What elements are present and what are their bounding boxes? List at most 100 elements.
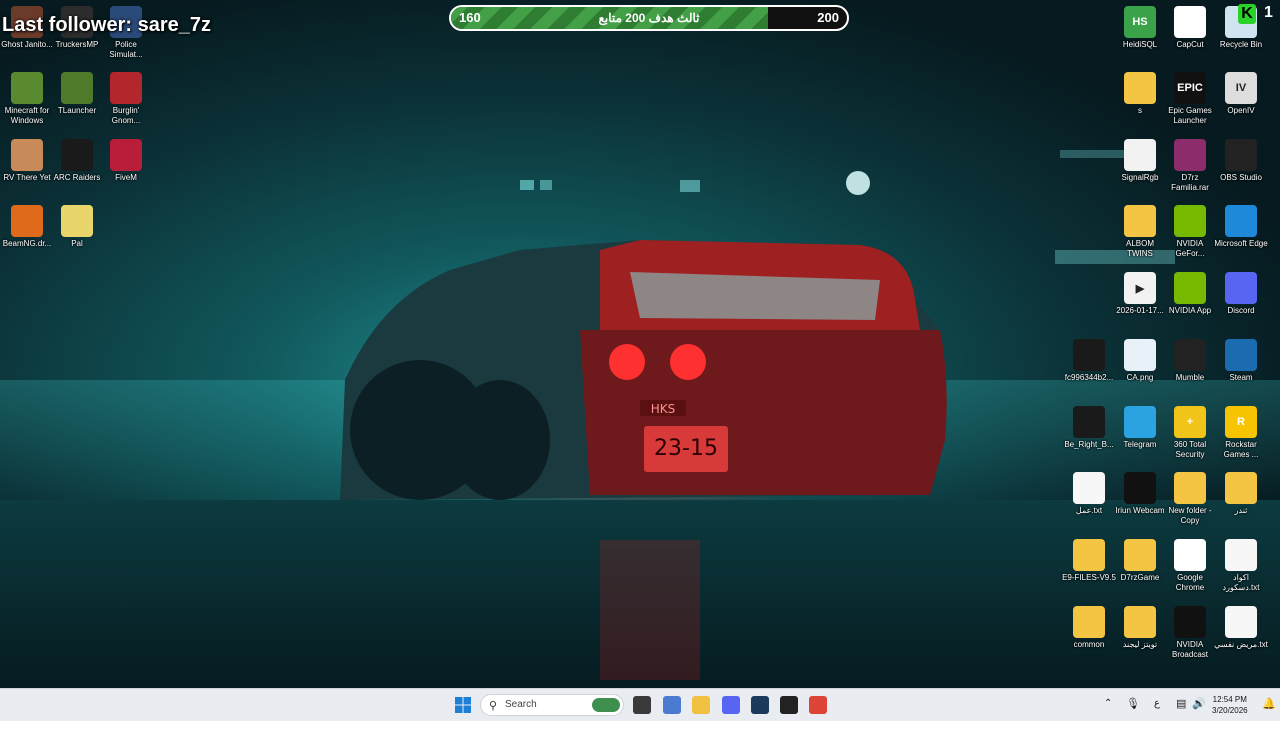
desktop-icon-label: Discord [1227,306,1255,315]
desktop-icon[interactable]: عمل.txt [1062,472,1116,516]
capcut-icon [1174,6,1206,38]
desktop-icon[interactable]: Google Chrome [1163,539,1217,593]
desktop-icon[interactable]: Burglin' Gnom... [99,72,153,126]
chrome-icon[interactable] [809,696,827,714]
desktop-icon[interactable]: CA.png [1113,339,1167,383]
desktop-icon-label: ARC Raiders [53,173,101,182]
desktop-icon[interactable]: s [1113,72,1167,116]
nvidia-broadcast-icon [1174,606,1206,638]
store-icon[interactable] [663,696,681,714]
heidisql-icon: HS [1124,6,1156,38]
desktop-icon[interactable]: TLauncher [50,72,104,116]
desktop-icon[interactable]: D7rz Familia.rar [1163,139,1217,193]
desktop-icon[interactable]: R Rockstar Games ... [1214,406,1268,460]
network-icon[interactable]: ▤ [1176,697,1186,729]
desktop-icon[interactable]: Mumble [1163,339,1217,383]
desktop-icon[interactable]: Pal [50,205,104,249]
rockstar-launcher-icon[interactable] [780,696,798,714]
desktop-icon[interactable]: ▶ 2026-01-17... [1113,272,1167,316]
desktop-icon-label: Be_Right_B... [1064,440,1114,449]
desktop-icon-label: FiveM [115,173,137,182]
desktop-icon[interactable]: EPIC Epic Games Launcher [1163,72,1217,126]
notification-bell-icon[interactable]: 🔔 [1262,697,1276,729]
desktop-icon[interactable]: D7rzGame [1113,539,1167,583]
windows-start-icon[interactable] [455,697,471,713]
desktop-icon[interactable]: CapCut [1163,6,1217,50]
corner-count: 1 [1264,4,1273,21]
desktop-icon[interactable]: IV OpenIV [1214,72,1268,116]
desktop-icon[interactable]: fc996344b2... [1062,339,1116,383]
desktop-icon-label: CA.png [1126,373,1154,382]
discord-icon [1225,272,1257,304]
desktop-icon[interactable]: New folder - Copy [1163,472,1217,526]
volume-icon[interactable]: 🔊 [1192,697,1206,729]
rockstar-games-icon: R [1225,406,1257,438]
desktop-icon-label: مريض نفسي.txt [1214,640,1268,649]
desktop-icon-label: عمل.txt [1075,506,1103,515]
text-file-icon [1073,472,1105,504]
desktop-icon[interactable]: Microsoft Edge [1214,205,1268,249]
desktop-icon[interactable]: Steam [1214,339,1268,383]
file-explorer-window-icon[interactable] [633,696,651,714]
desktop-icon-label: Recycle Bin [1219,40,1263,49]
system-clock[interactable]: 12:54 PM 3/20/2026 [1212,694,1248,716]
desktop-icon-label: TruckersMP [55,40,99,49]
clock-time: 12:54 PM [1212,695,1247,704]
nvidia-geforce-icon [1174,205,1206,237]
desktop-icon[interactable]: اكواد دسكورد.txt [1214,539,1268,593]
desktop-icon[interactable]: Be_Right_B... [1062,406,1116,450]
desktop-icon-label: اكواد دسكورد.txt [1222,573,1260,592]
kick-logo-icon: K [1238,4,1256,24]
desktop-icon-label: D7rzGame [1120,573,1160,582]
desktop-icon[interactable]: تويتز ليجند [1113,606,1167,650]
desktop-icon[interactable]: BeamNG.dr... [0,205,54,249]
desktop-icon-label: Mumble [1175,373,1205,382]
steam-icon[interactable] [751,696,769,714]
folder-icon [1225,472,1257,504]
discord-icon[interactable] [722,696,740,714]
desktop-icon[interactable]: Discord [1214,272,1268,316]
burglin-gnomes-icon [110,72,142,104]
file-explorer-icon[interactable] [692,696,710,714]
edge-icon [1225,205,1257,237]
follower-goal-bar: 160 ثالث هدف 200 متابع 200 [449,5,849,31]
desktop-icon-label: common [1073,640,1105,649]
desktop-icon[interactable]: ARC Raiders [50,139,104,183]
desktop-icon[interactable]: +360 Total Security [1163,406,1217,460]
taskbar-search-box[interactable]: ⚲ Search [480,694,624,716]
desktop-icon-label: OpenIV [1227,106,1255,115]
desktop-icon[interactable]: SignalRgb [1113,139,1167,183]
desktop-icon[interactable]: NVIDIA Broadcast [1163,606,1217,660]
desktop-icon[interactable]: common [1062,606,1116,650]
desktop-icon[interactable]: E9-FILES-V9.5 [1062,539,1116,583]
desktop-icon-label: RV There Yet [3,173,51,182]
desktop-icon[interactable]: RV There Yet [0,139,54,183]
file-icon [1124,139,1156,171]
goal-target: 200 [817,10,839,25]
desktop-icon-label: NVIDIA Broadcast [1171,640,1209,659]
desktop-icon[interactable]: Iriun Webcam [1113,472,1167,516]
desktop-icon-label: Google Chrome [1175,573,1205,592]
desktop-icon-label: E9-FILES-V9.5 [1062,573,1116,582]
arc-raiders-icon [61,139,93,171]
desktop-icon[interactable]: Minecraft for Windows [0,72,54,126]
desktop-icon[interactable]: OBS Studio [1214,139,1268,183]
chevron-up-icon[interactable]: ⌃ [1104,698,1112,730]
desktop-icon-label: s [1138,106,1142,115]
nvidia-app-icon [1174,272,1206,304]
minecraft-icon [11,72,43,104]
search-icon: ⚲ [489,700,498,712]
desktop-icon[interactable]: Telegram [1113,406,1167,450]
last-follower-overlay: Last follower: sare_7z [2,14,211,36]
image-file-icon [1124,339,1156,371]
microphone-icon[interactable]: 🎙 [1126,697,1140,729]
desktop-icon[interactable]: FiveM [99,139,153,183]
folder-icon [1124,205,1156,237]
desktop-icon[interactable]: ALBOM TWINS [1113,205,1167,259]
desktop-icon[interactable]: مريض نفسي.txt [1214,606,1268,650]
input-language-indicator[interactable]: ع [1154,698,1160,730]
desktop-icon[interactable]: ثندر [1214,472,1268,516]
desktop-icon[interactable]: HS HeidiSQL [1113,6,1167,50]
desktop-icon[interactable]: NVIDIA GeFor... [1163,205,1217,259]
desktop-icon[interactable]: NVIDIA App [1163,272,1217,316]
